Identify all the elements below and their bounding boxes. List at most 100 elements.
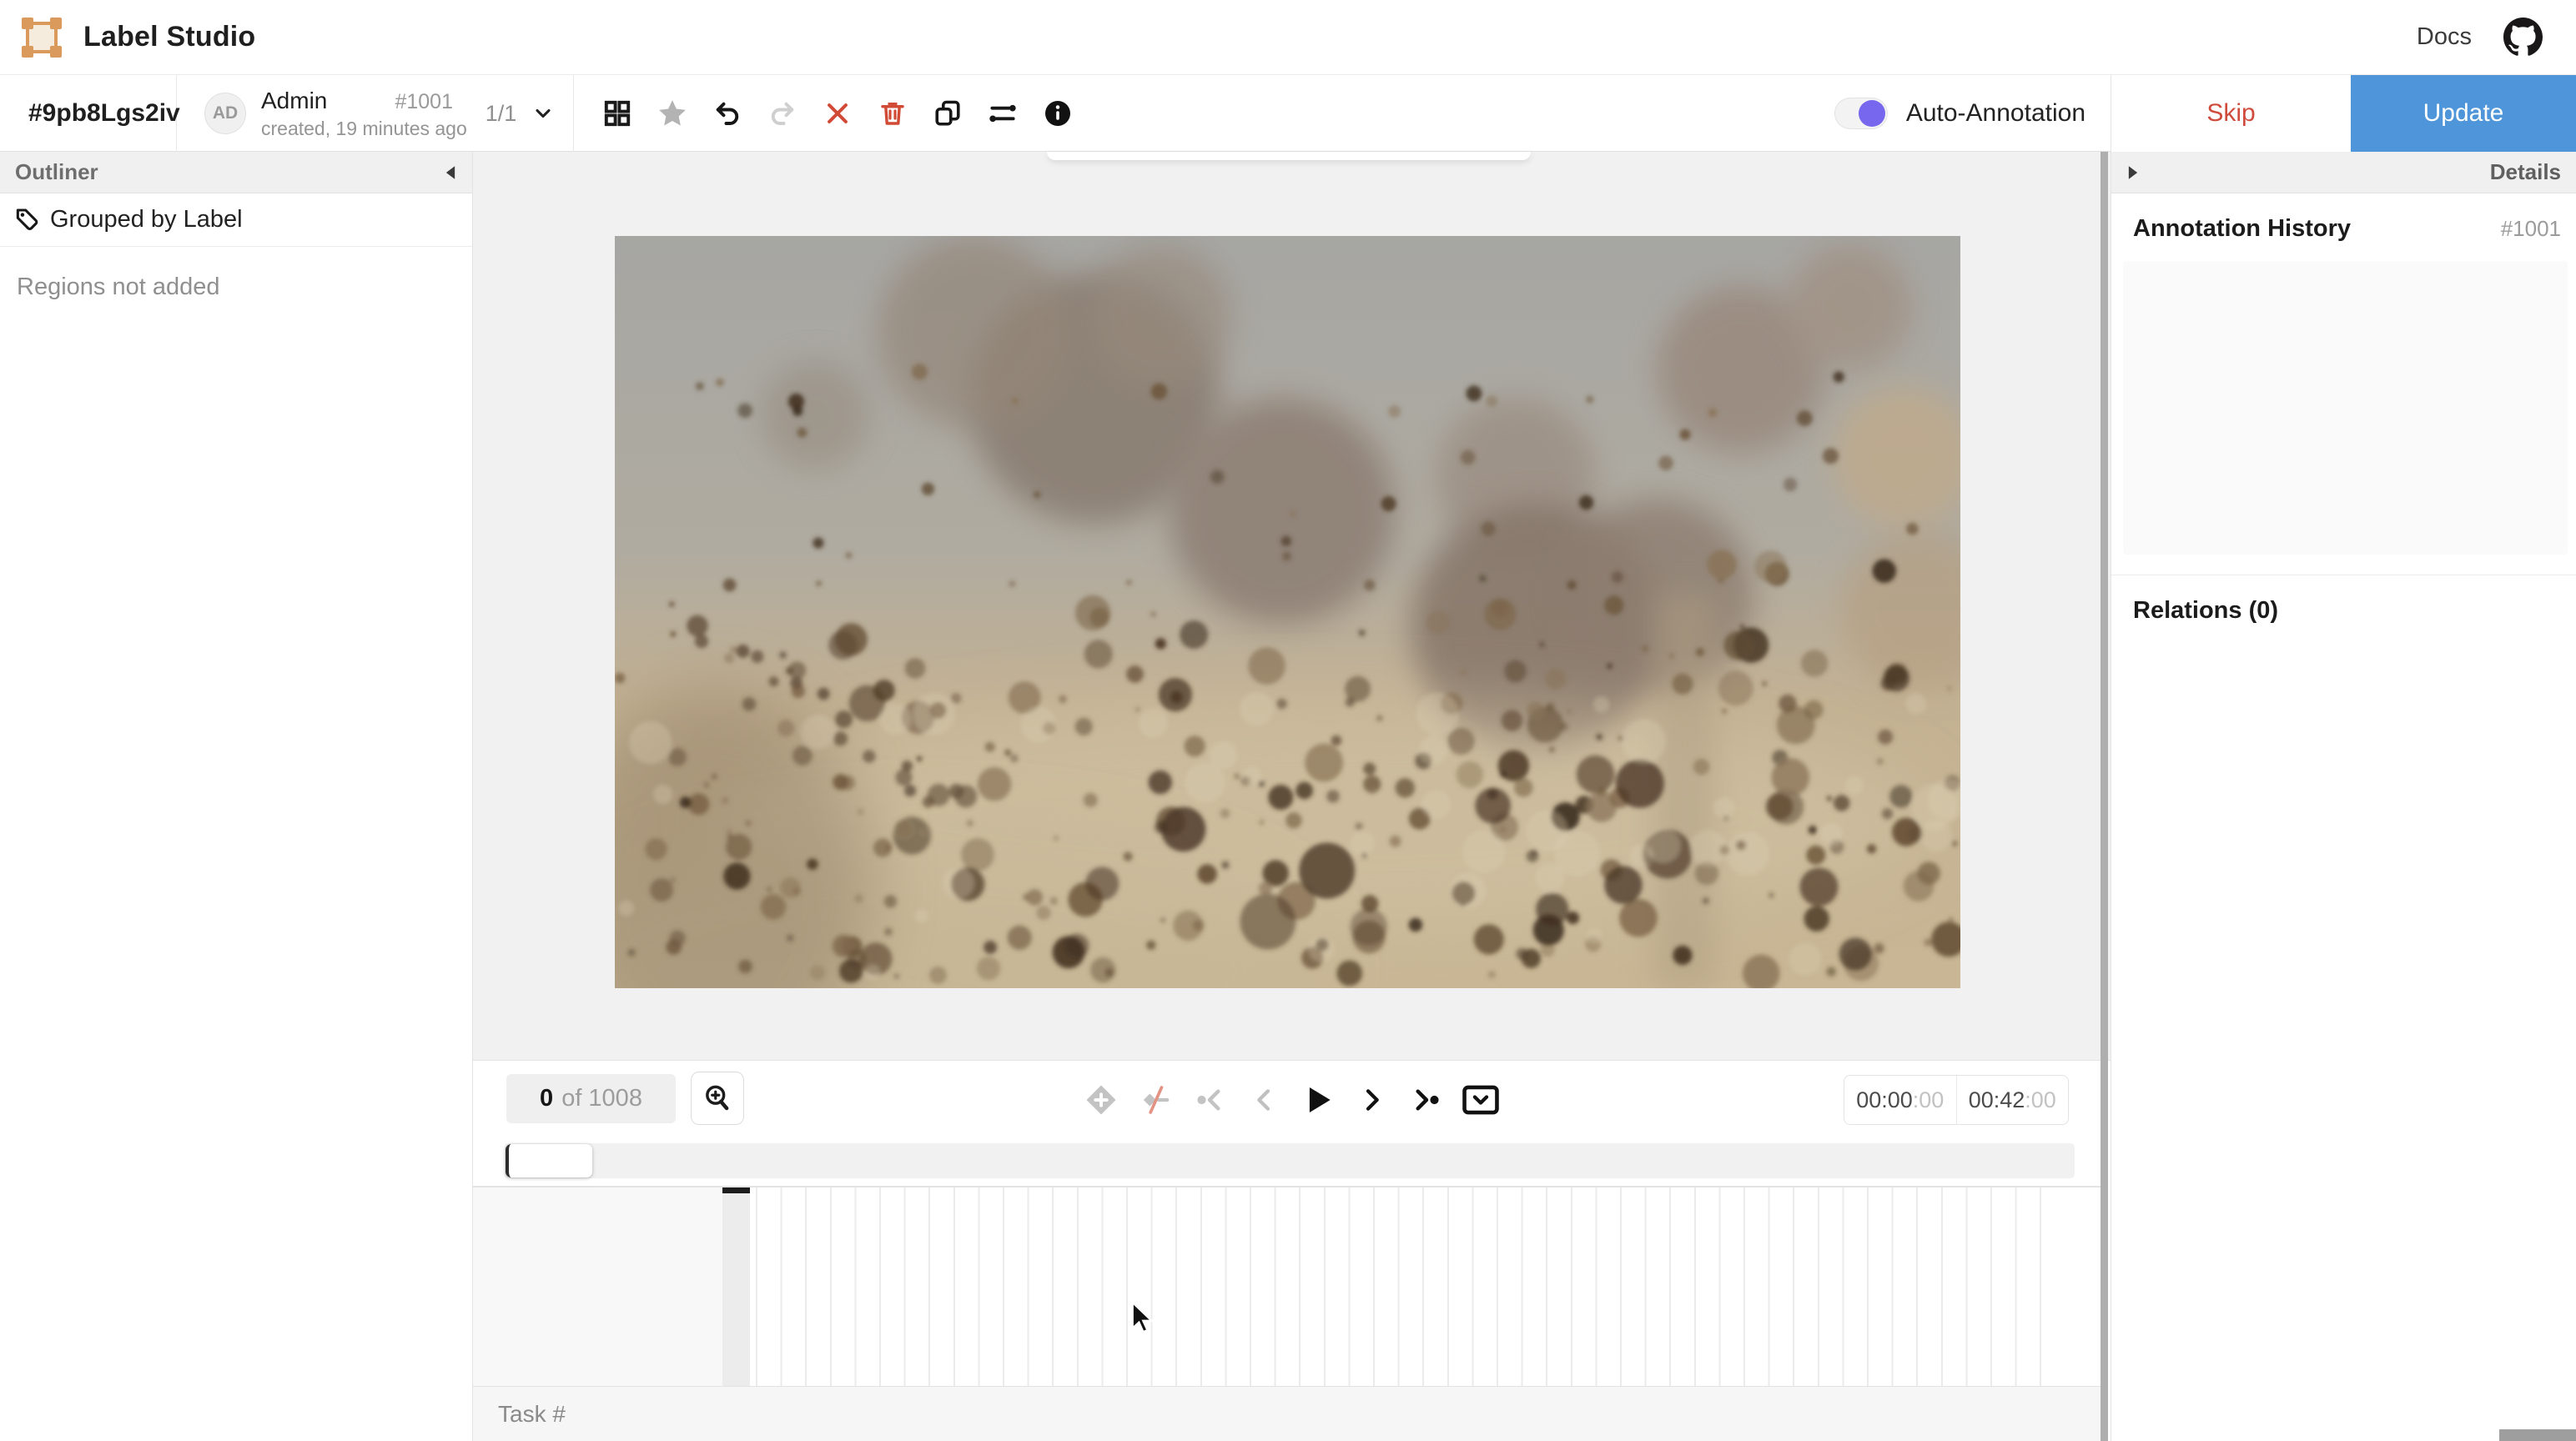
task-footer: Task # xyxy=(473,1386,2101,1441)
annotation-history-id: #1001 xyxy=(2501,216,2561,242)
annotation-pager[interactable]: 1/1 xyxy=(467,75,574,152)
frame-counter-input[interactable]: 0 of 1008 xyxy=(506,1074,676,1123)
time-display: 00:00:00 00:42:00 xyxy=(1844,1075,2069,1125)
annotation-id: #1001 xyxy=(395,90,453,114)
task-footer-label: Task # xyxy=(498,1401,566,1428)
keypoint-add-icon xyxy=(1084,1083,1118,1117)
auto-annotation-toggle[interactable] xyxy=(1834,98,1888,129)
outliner-panel: Outliner Grouped by Label Regions not ad… xyxy=(0,152,473,1441)
seek-handle[interactable] xyxy=(506,1144,592,1177)
playback-controls xyxy=(1079,1061,1502,1138)
chevron-left-icon xyxy=(1250,1086,1278,1114)
total-frames: of 1008 xyxy=(561,1085,642,1112)
next-keypoint-button[interactable] xyxy=(1405,1078,1448,1122)
auto-annotation-control: Auto-Annotation xyxy=(1834,75,2111,152)
total-time-main: 00:42 xyxy=(1969,1087,2025,1113)
current-time-main: 00:00 xyxy=(1856,1087,1913,1113)
copy-button[interactable] xyxy=(926,92,969,135)
video-stage xyxy=(473,152,2111,1061)
annotation-created: created, 19 minutes ago xyxy=(261,118,453,140)
timeline-collapse-button[interactable] xyxy=(1459,1078,1502,1122)
redo-button[interactable] xyxy=(761,92,804,135)
group-by-selector[interactable]: Grouped by Label xyxy=(0,193,472,247)
main-area: 0 of 1008 xyxy=(473,152,2111,1441)
trash-icon xyxy=(878,98,908,128)
current-frame-column xyxy=(722,1187,750,1388)
annotation-toolbar: #9pb8Lgs2iv AD Admin #1001 created, 19 m… xyxy=(0,75,2576,152)
annotator-name: Admin xyxy=(261,88,327,114)
annotation-history-title: Annotation History xyxy=(2133,215,2351,243)
reset-button[interactable] xyxy=(816,92,859,135)
star-icon xyxy=(656,97,689,130)
regions-empty-message: Regions not added xyxy=(0,247,472,328)
settings-button[interactable] xyxy=(981,92,1024,135)
info-button[interactable] xyxy=(1036,92,1079,135)
timeline-labels-column xyxy=(473,1187,722,1388)
outliner-title: Outliner xyxy=(15,159,98,185)
collapse-left-icon xyxy=(444,165,457,180)
label-studio-logo-icon xyxy=(20,16,63,59)
total-time: 00:42:00 xyxy=(1957,1076,2069,1124)
annotation-history-list xyxy=(2123,261,2568,555)
vertical-scrollbar[interactable] xyxy=(2101,152,2108,1441)
current-frame-marker xyxy=(722,1187,750,1193)
pager-label: 1/1 xyxy=(486,101,517,127)
prev-frame-button[interactable] xyxy=(1242,1078,1285,1122)
collapse-panel-button[interactable] xyxy=(444,165,457,180)
tag-icon xyxy=(13,207,40,233)
total-time-frames: :00 xyxy=(2025,1087,2056,1113)
video-controls: 0 of 1008 xyxy=(473,1061,2111,1138)
prev-keypoint-icon xyxy=(1194,1084,1225,1116)
github-icon[interactable] xyxy=(2503,18,2543,57)
video-frame[interactable] xyxy=(615,236,1960,988)
update-button[interactable]: Update xyxy=(2351,75,2576,152)
toolbar-icons xyxy=(584,75,1079,152)
grid-icon xyxy=(602,98,632,128)
docs-link[interactable]: Docs xyxy=(2417,23,2472,51)
expand-right-icon xyxy=(2126,165,2140,180)
details-title: Details xyxy=(2490,159,2561,185)
app-title: Label Studio xyxy=(83,21,255,53)
play-icon xyxy=(1300,1082,1336,1118)
undo-icon xyxy=(712,98,742,128)
current-frame: 0 xyxy=(540,1085,553,1112)
copy-icon xyxy=(933,98,963,128)
view-all-button[interactable] xyxy=(596,92,639,135)
skip-button[interactable]: Skip xyxy=(2111,75,2351,152)
play-button[interactable] xyxy=(1296,1078,1340,1122)
chevron-down-icon xyxy=(531,102,555,125)
auto-annotation-label: Auto-Annotation xyxy=(1906,99,2085,128)
add-keypoint-button[interactable] xyxy=(1079,1078,1123,1122)
group-mode-label: Grouped by Label xyxy=(50,206,243,233)
app-header: Label Studio Docs xyxy=(0,0,2576,75)
current-time: 00:00:00 xyxy=(1844,1076,1957,1124)
avatar: AD xyxy=(204,93,246,134)
toggle-knob xyxy=(1859,100,1885,127)
timeline-frames[interactable] xyxy=(473,1186,2101,1386)
zoom-button[interactable] xyxy=(691,1072,744,1125)
next-frame-button[interactable] xyxy=(1351,1078,1394,1122)
frames-grid[interactable] xyxy=(756,1187,2054,1388)
transfer-icon xyxy=(987,98,1019,129)
magnifier-plus-icon xyxy=(702,1083,732,1113)
ground-truth-button[interactable] xyxy=(651,92,694,135)
delete-button[interactable] xyxy=(871,92,914,135)
redo-icon xyxy=(767,98,797,128)
remove-keypoint-button[interactable] xyxy=(1134,1078,1177,1122)
current-time-frames: :00 xyxy=(1913,1087,1945,1113)
relations-title: Relations (0) xyxy=(2133,597,2278,624)
next-keypoint-icon xyxy=(1411,1084,1442,1116)
floating-toolbar-edge xyxy=(1047,152,1531,160)
expand-panel-button[interactable] xyxy=(2126,165,2140,180)
info-icon xyxy=(1043,98,1073,128)
timeline-box-icon xyxy=(1462,1083,1500,1117)
close-icon xyxy=(823,99,852,128)
chevron-right-icon xyxy=(1358,1086,1386,1114)
prev-keypoint-button[interactable] xyxy=(1188,1078,1231,1122)
keypoint-interpolation-icon xyxy=(1139,1083,1172,1117)
seek-track[interactable] xyxy=(505,1143,2075,1178)
task-id: #9pb8Lgs2iv xyxy=(0,75,177,152)
undo-button[interactable] xyxy=(706,92,749,135)
horizontal-scrollbar[interactable] xyxy=(2499,1429,2576,1441)
details-panel: Details Annotation History #1001 Relatio… xyxy=(2111,152,2576,1441)
